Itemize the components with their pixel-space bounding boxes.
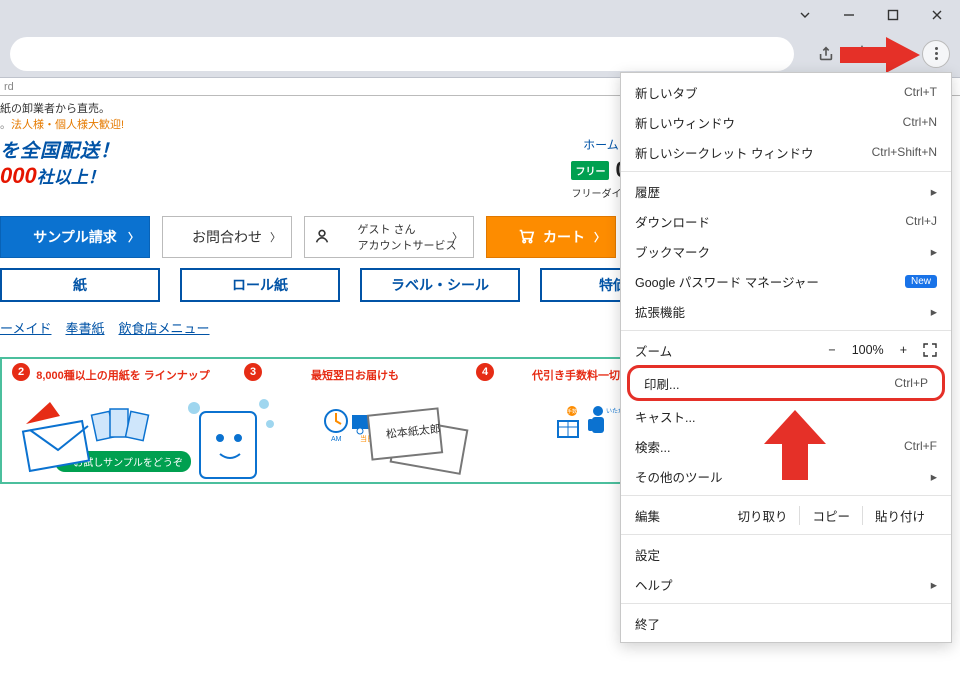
- menu-settings[interactable]: 設定: [621, 539, 951, 569]
- submenu-arrow-icon: ▸: [931, 577, 937, 592]
- paper-character-icon: [180, 394, 280, 484]
- annotation-arrow-right: [840, 35, 920, 75]
- user-icon: [313, 227, 331, 248]
- menu-new-window[interactable]: 新しいウィンドウCtrl+N: [621, 107, 951, 137]
- cart-icon: [517, 227, 535, 248]
- menu-new-tab[interactable]: 新しいタブCtrl+T: [621, 77, 951, 107]
- chevron-right-icon: 〉: [128, 229, 139, 245]
- menu-downloads[interactable]: ダウンロードCtrl+J: [621, 206, 951, 236]
- promo-number: 000: [0, 163, 37, 188]
- zoom-in-button[interactable]: +: [900, 343, 907, 357]
- window-chevron-icon[interactable]: [786, 3, 824, 27]
- cart-button[interactable]: カート〉: [486, 216, 616, 258]
- link-home[interactable]: ホーム: [583, 136, 619, 153]
- envelope-icon: [20, 394, 100, 484]
- tab-roll[interactable]: ロール紙: [180, 268, 340, 302]
- menu-paste[interactable]: 貼り付け: [862, 506, 937, 525]
- freedial-badge: フリー: [571, 161, 609, 180]
- menu-copy[interactable]: コピー: [799, 506, 862, 525]
- window-minimize-button[interactable]: [830, 3, 868, 27]
- menu-zoom: ズーム − 100% +: [621, 335, 951, 365]
- window-maximize-button[interactable]: [874, 3, 912, 27]
- submenu-arrow-icon: ▸: [931, 304, 937, 319]
- account-line1: ゲスト さん: [358, 221, 457, 237]
- shortcut-text: Ctrl+N: [903, 115, 937, 129]
- chevron-right-icon: 〉: [270, 229, 281, 245]
- promo-rest: 社以上！: [37, 168, 105, 187]
- submenu-arrow-icon: ▸: [931, 469, 937, 484]
- submenu-arrow-icon: ▸: [931, 184, 937, 199]
- menu-bookmarks[interactable]: ブックマーク▸: [621, 236, 951, 266]
- shortcut-text: Ctrl+P: [894, 376, 928, 390]
- subnav-a[interactable]: ーメイド: [0, 318, 51, 337]
- new-badge: New: [905, 275, 937, 288]
- browser-toolbar: [0, 30, 960, 78]
- shortcut-text: Ctrl+F: [904, 439, 937, 453]
- window-titlebar: [0, 0, 960, 30]
- shortcut-text: Ctrl+Shift+N: [872, 145, 937, 159]
- menu-extensions[interactable]: 拡張機能▸: [621, 296, 951, 326]
- submenu-arrow-icon: ▸: [931, 244, 937, 259]
- menu-history[interactable]: 履歴▸: [621, 176, 951, 206]
- promo-line1: を全国配送！: [0, 136, 190, 163]
- tab-paper[interactable]: 紙: [0, 268, 160, 302]
- shortcut-text: Ctrl+T: [904, 85, 937, 99]
- tab-label[interactable]: ラベル・シール: [360, 268, 520, 302]
- menu-incognito[interactable]: 新しいシークレット ウィンドウCtrl+Shift+N: [621, 137, 951, 167]
- sample-request-button[interactable]: サンプル請求〉: [0, 216, 150, 258]
- url-text: rd: [4, 81, 14, 93]
- account-button[interactable]: ゲスト さん アカウントサービス 〉: [304, 216, 474, 258]
- tagline-1: 紙の卸業者から直売。: [0, 100, 124, 116]
- shortcut-text: Ctrl+J: [905, 214, 937, 228]
- fullscreen-icon[interactable]: [923, 343, 937, 357]
- share-icon[interactable]: [814, 42, 838, 66]
- contact-button[interactable]: お問合わせ〉: [162, 216, 292, 258]
- chrome-menu: 新しいタブCtrl+T 新しいウィンドウCtrl+N 新しいシークレット ウィン…: [620, 72, 952, 643]
- zoom-out-button[interactable]: −: [828, 343, 835, 357]
- menu-print[interactable]: 印刷...Ctrl+P: [630, 368, 942, 398]
- zoom-value: 100%: [852, 343, 884, 357]
- tagline-2b: 法人様・個人様大歓迎!: [11, 119, 124, 131]
- account-line2: アカウントサービス: [358, 237, 457, 253]
- chevron-right-icon: 〉: [594, 229, 605, 245]
- menu-edit: 編集 切り取り コピー 貼り付け: [621, 500, 951, 530]
- business-cards-icon: 松本紙太郎: [360, 394, 480, 484]
- menu-password-manager[interactable]: Google パスワード マネージャーNew: [621, 266, 951, 296]
- promo-block: を全国配送！ 000社以上！: [0, 136, 190, 200]
- address-bar[interactable]: [10, 37, 794, 71]
- chevron-right-icon: 〉: [452, 229, 463, 245]
- chrome-menu-button[interactable]: [922, 40, 950, 68]
- menu-exit[interactable]: 終了: [621, 608, 951, 638]
- cart-label: カート: [543, 227, 585, 247]
- window-close-button[interactable]: [918, 3, 956, 27]
- subnav-c[interactable]: 飲食店メニュー: [119, 318, 210, 337]
- menu-help[interactable]: ヘルプ▸: [621, 569, 951, 599]
- sample-label: サンプル請求: [33, 227, 117, 247]
- tagline-2a: 。: [0, 119, 11, 131]
- subnav-b[interactable]: 奉書紙: [65, 318, 104, 337]
- contact-label: お問合わせ: [192, 227, 262, 247]
- annotation-arrow-up: [760, 410, 830, 480]
- menu-cut[interactable]: 切り取り: [725, 506, 799, 525]
